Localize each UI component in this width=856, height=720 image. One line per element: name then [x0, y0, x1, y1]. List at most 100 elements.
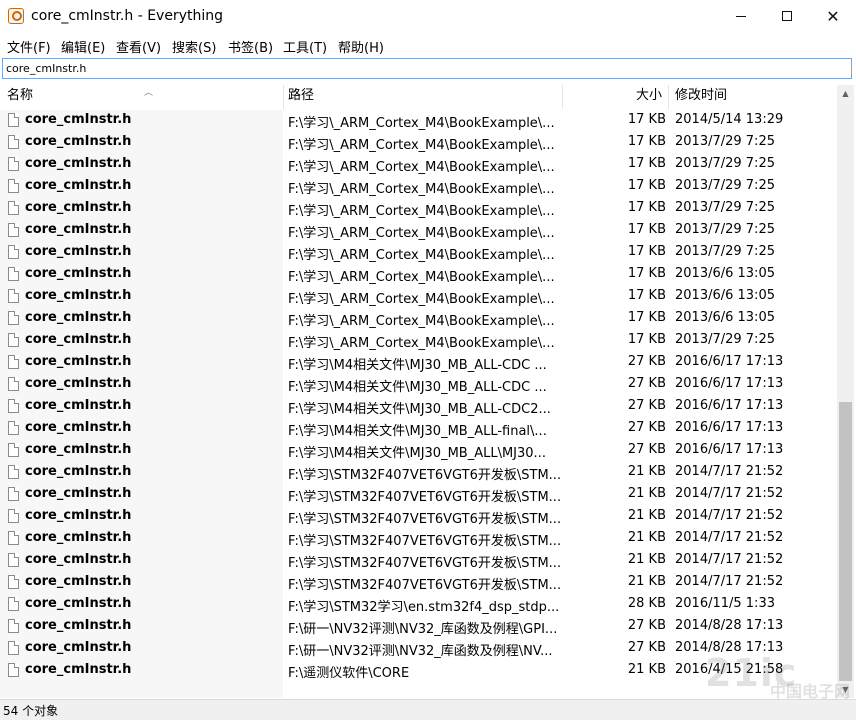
file-modified: 2016/11/5 1:33	[675, 596, 775, 611]
table-row[interactable]: core_cmInstr.h F:\学习\_ARM_Cortex_M4\BookE…	[0, 132, 837, 154]
file-path: F:\学习\_ARM_Cortex_M4\BookExample\...	[288, 226, 555, 241]
table-row[interactable]: core_cmInstr.h F:\学习\_ARM_Cortex_M4\BookE…	[0, 176, 837, 198]
table-row[interactable]: core_cmInstr.h F:\学习\STM32F407VET6VGT6开发板…	[0, 484, 837, 506]
file-name: core_cmInstr.h	[25, 178, 132, 193]
table-row[interactable]: core_cmInstr.h F:\学习\STM32F407VET6VGT6开发板…	[0, 506, 837, 528]
table-row[interactable]: core_cmInstr.h F:\学习\STM32F407VET6VGT6开发板…	[0, 550, 837, 572]
table-row[interactable]: core_cmInstr.h F:\学习\STM32学习\en.stm32f4_d…	[0, 594, 837, 616]
menu-search[interactable]: 搜索(S)	[172, 37, 216, 56]
table-row[interactable]: core_cmInstr.h F:\学习\_ARM_Cortex_M4\BookE…	[0, 308, 837, 330]
sort-ascending-icon: ︿	[144, 88, 154, 98]
file-name: core_cmInstr.h	[25, 420, 132, 435]
scroll-up-arrow-icon[interactable]: ▲	[837, 85, 854, 102]
menu-help[interactable]: 帮助(H)	[338, 37, 384, 56]
file-modified: 2013/7/29 7:25	[675, 134, 775, 149]
file-name: core_cmInstr.h	[25, 464, 132, 479]
file-icon	[8, 355, 19, 369]
column-divider[interactable]	[283, 85, 284, 109]
table-row[interactable]: core_cmInstr.h F:\学习\_ARM_Cortex_M4\BookE…	[0, 110, 837, 132]
file-icon	[8, 245, 19, 259]
menu-edit[interactable]: 编辑(E)	[61, 37, 105, 56]
file-size: 17 KB	[627, 288, 666, 303]
table-row[interactable]: core_cmInstr.h F:\学习\STM32F407VET6VGT6开发板…	[0, 528, 837, 550]
file-icon	[8, 333, 19, 347]
file-size: 28 KB	[627, 596, 666, 611]
table-row[interactable]: core_cmInstr.h F:\学习\STM32F407VET6VGT6开发板…	[0, 572, 837, 594]
file-icon	[8, 311, 19, 325]
file-icon	[8, 267, 19, 281]
menu-tools[interactable]: 工具(T)	[283, 37, 327, 56]
table-row[interactable]: core_cmInstr.h F:\学习\_ARM_Cortex_M4\BookE…	[0, 264, 837, 286]
search-input[interactable]	[3, 59, 856, 78]
column-header-modified[interactable]: 修改时间	[675, 85, 835, 109]
file-name: core_cmInstr.h	[25, 508, 132, 523]
maximize-button[interactable]	[764, 0, 810, 32]
table-row[interactable]: core_cmInstr.h F:\学习\M4相关文件\MJ30_MB_ALL-C…	[0, 374, 837, 396]
file-size: 17 KB	[627, 156, 666, 171]
search-box	[2, 58, 856, 79]
minimize-button[interactable]	[718, 0, 764, 32]
file-icon	[8, 113, 19, 127]
file-size: 27 KB	[627, 376, 666, 391]
column-header-size[interactable]: 大小	[566, 85, 662, 109]
column-divider[interactable]	[562, 85, 563, 109]
file-name: core_cmInstr.h	[25, 244, 132, 259]
status-bar: 54 个对象	[0, 699, 856, 720]
file-modified: 2013/7/29 7:25	[675, 156, 775, 171]
file-modified: 2014/7/17 21:52	[675, 508, 784, 523]
file-path: F:\学习\_ARM_Cortex_M4\BookExample\...	[288, 182, 555, 197]
file-name: core_cmInstr.h	[25, 266, 132, 281]
table-row[interactable]: core_cmInstr.h F:\研一\NV32评测\NV32_库函数及例程\G…	[0, 616, 837, 638]
file-path: F:\研一\NV32评测\NV32_库函数及例程\GPI...	[288, 622, 558, 637]
menu-view[interactable]: 查看(V)	[116, 37, 161, 56]
file-icon	[8, 597, 19, 611]
file-icon	[8, 377, 19, 391]
table-row[interactable]: core_cmInstr.h F:\学习\_ARM_Cortex_M4\BookE…	[0, 198, 837, 220]
file-path: F:\学习\STM32学习\en.stm32f4_dsp_stdp...	[288, 600, 560, 615]
table-row[interactable]: core_cmInstr.h F:\学习\M4相关文件\MJ30_MB_ALL-C…	[0, 352, 837, 374]
file-size: 27 KB	[627, 640, 666, 655]
file-modified: 2014/7/17 21:52	[675, 552, 784, 567]
file-size: 27 KB	[627, 442, 666, 457]
column-header-name[interactable]: 名称 ︿	[7, 85, 283, 109]
menu-file[interactable]: 文件(F)	[7, 37, 51, 56]
file-icon	[8, 575, 19, 589]
everything-app-icon[interactable]	[8, 8, 24, 24]
file-icon	[8, 509, 19, 523]
file-path: F:\学习\_ARM_Cortex_M4\BookExample\...	[288, 248, 555, 263]
close-button[interactable]: ✕	[810, 0, 856, 32]
file-name: core_cmInstr.h	[25, 574, 132, 589]
table-row[interactable]: core_cmInstr.h F:\学习\_ARM_Cortex_M4\BookE…	[0, 286, 837, 308]
table-row[interactable]: core_cmInstr.h F:\学习\_ARM_Cortex_M4\BookE…	[0, 220, 837, 242]
title-bar: core_cmInstr.h - Everything ✕	[0, 0, 856, 34]
file-size: 17 KB	[627, 310, 666, 325]
column-header-path[interactable]: 路径	[288, 85, 562, 109]
file-size: 17 KB	[627, 222, 666, 237]
table-row[interactable]: core_cmInstr.h F:\学习\_ARM_Cortex_M4\BookE…	[0, 330, 837, 352]
table-row[interactable]: core_cmInstr.h F:\学习\_ARM_Cortex_M4\BookE…	[0, 154, 837, 176]
table-row[interactable]: core_cmInstr.h F:\学习\M4相关文件\MJ30_MB_ALL-f…	[0, 418, 837, 440]
menu-bookmarks[interactable]: 书签(B)	[228, 37, 273, 56]
file-path: F:\学习\_ARM_Cortex_M4\BookExample\...	[288, 160, 555, 175]
table-row[interactable]: core_cmInstr.h F:\学习\M4相关文件\MJ30_MB_ALL\M…	[0, 440, 837, 462]
file-name: core_cmInstr.h	[25, 618, 132, 633]
file-icon	[8, 223, 19, 237]
scrollbar-thumb[interactable]	[839, 402, 852, 681]
file-modified: 2013/7/29 7:25	[675, 244, 775, 259]
file-icon	[8, 157, 19, 171]
file-name: core_cmInstr.h	[25, 310, 132, 325]
file-icon	[8, 421, 19, 435]
table-row[interactable]: core_cmInstr.h F:\学习\M4相关文件\MJ30_MB_ALL-C…	[0, 396, 837, 418]
table-row[interactable]: core_cmInstr.h F:\学习\STM32F407VET6VGT6开发板…	[0, 462, 837, 484]
maximize-icon	[782, 11, 792, 21]
file-path: F:\学习\_ARM_Cortex_M4\BookExample\...	[288, 292, 555, 307]
file-size: 27 KB	[627, 618, 666, 633]
table-row[interactable]: core_cmInstr.h F:\学习\_ARM_Cortex_M4\BookE…	[0, 242, 837, 264]
file-size: 21 KB	[627, 662, 666, 677]
file-size: 17 KB	[627, 112, 666, 127]
vertical-scrollbar[interactable]: ▲ ▼	[837, 85, 854, 698]
column-divider[interactable]	[668, 85, 669, 109]
file-name: core_cmInstr.h	[25, 640, 132, 655]
file-path: F:\学习\_ARM_Cortex_M4\BookExample\...	[288, 314, 555, 329]
file-name: core_cmInstr.h	[25, 200, 132, 215]
